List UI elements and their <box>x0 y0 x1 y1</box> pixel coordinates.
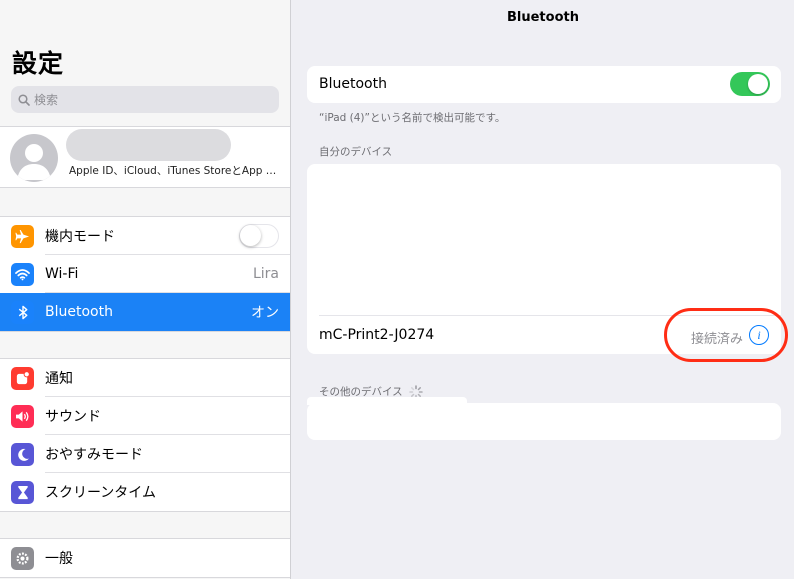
discoverable-note: “iPad (4)”という名前で検出可能です。 <box>319 112 506 124</box>
airplane-icon <box>11 225 34 248</box>
section-header-my-devices: 自分のデバイス <box>319 146 393 158</box>
settings-sidebar: 設定 検索 Apple ID、iCloud、iTunes StoreとApp S… <box>0 0 291 579</box>
info-icon[interactable]: i <box>749 325 769 345</box>
sidebar-item-label: 一般 <box>45 551 73 567</box>
sidebar-item-wifi[interactable]: Wi-Fi Lira <box>0 255 290 293</box>
device-connection-status: 接続済み <box>690 332 743 347</box>
avatar <box>10 134 58 182</box>
search-icon <box>18 93 30 106</box>
sidebar-item-do-not-disturb[interactable]: おやすみモード <box>0 435 290 473</box>
airplane-mode-toggle[interactable] <box>239 224 279 248</box>
sidebar-item-label: おやすみモード <box>45 447 143 463</box>
wifi-network-value: Lira <box>252 266 279 282</box>
bluetooth-detail-pane: Bluetooth Bluetooth “iPad (4)”という名前で検出可能… <box>292 0 794 579</box>
bluetooth-status-value: オン <box>251 305 279 321</box>
person-silhouette-icon <box>17 144 51 180</box>
sidebar-item-airplane-mode[interactable]: 機内モード <box>0 217 290 255</box>
sidebar-title: 設定 <box>12 49 65 78</box>
notifications-icon <box>11 367 34 390</box>
wifi-icon <box>11 263 34 286</box>
sidebar-item-label: 機内モード <box>45 229 115 245</box>
sidebar-item-bluetooth[interactable]: Bluetooth オン <box>0 293 290 331</box>
sidebar-item-label: Bluetooth <box>45 304 113 320</box>
apple-id-profile-row[interactable]: Apple ID、iCloud、iTunes StoreとApp S... <box>0 126 290 188</box>
sidebar-item-general[interactable]: 一般 <box>0 539 290 577</box>
bluetooth-toggle-row: Bluetooth <box>307 66 781 103</box>
hourglass-icon <box>11 481 34 504</box>
gear-icon <box>11 547 34 570</box>
sidebar-item-label: 通知 <box>45 371 73 387</box>
sidebar-item-label: サウンド <box>45 409 101 425</box>
page-title: Bluetooth <box>507 10 579 25</box>
search-field[interactable]: 検索 <box>11 86 279 113</box>
sidebar-item-label: スクリーンタイム <box>45 485 157 501</box>
profile-subtitle: Apple ID、iCloud、iTunes StoreとApp S... <box>69 165 281 177</box>
sidebar-item-sounds[interactable]: サウンド <box>0 397 290 435</box>
bluetooth-toggle-label: Bluetooth <box>319 76 387 92</box>
device-name: mC-Print2-J0274 <box>319 327 435 343</box>
notifications-group: 通知 サウンド おやすみモード スクリーンタイム <box>0 358 290 512</box>
row-divider <box>319 315 781 316</box>
bluetooth-icon <box>11 301 34 324</box>
speaker-icon <box>11 405 34 428</box>
search-placeholder: 検索 <box>34 93 59 107</box>
connectivity-group: 機内モード Wi-Fi Lira Bluetooth オン <box>0 216 290 332</box>
sidebar-item-notifications[interactable]: 通知 <box>0 359 290 397</box>
my-devices-list: mC-Print2-J0274 接続済み i <box>307 164 781 354</box>
sidebar-item-screen-time[interactable]: スクリーンタイム <box>0 473 290 511</box>
profile-name-redacted <box>66 129 231 161</box>
bluetooth-toggle[interactable] <box>730 72 770 96</box>
general-group: 一般 <box>0 538 290 578</box>
other-devices-list <box>307 403 781 440</box>
sidebar-item-label: Wi-Fi <box>45 266 79 282</box>
moon-icon <box>11 443 34 466</box>
